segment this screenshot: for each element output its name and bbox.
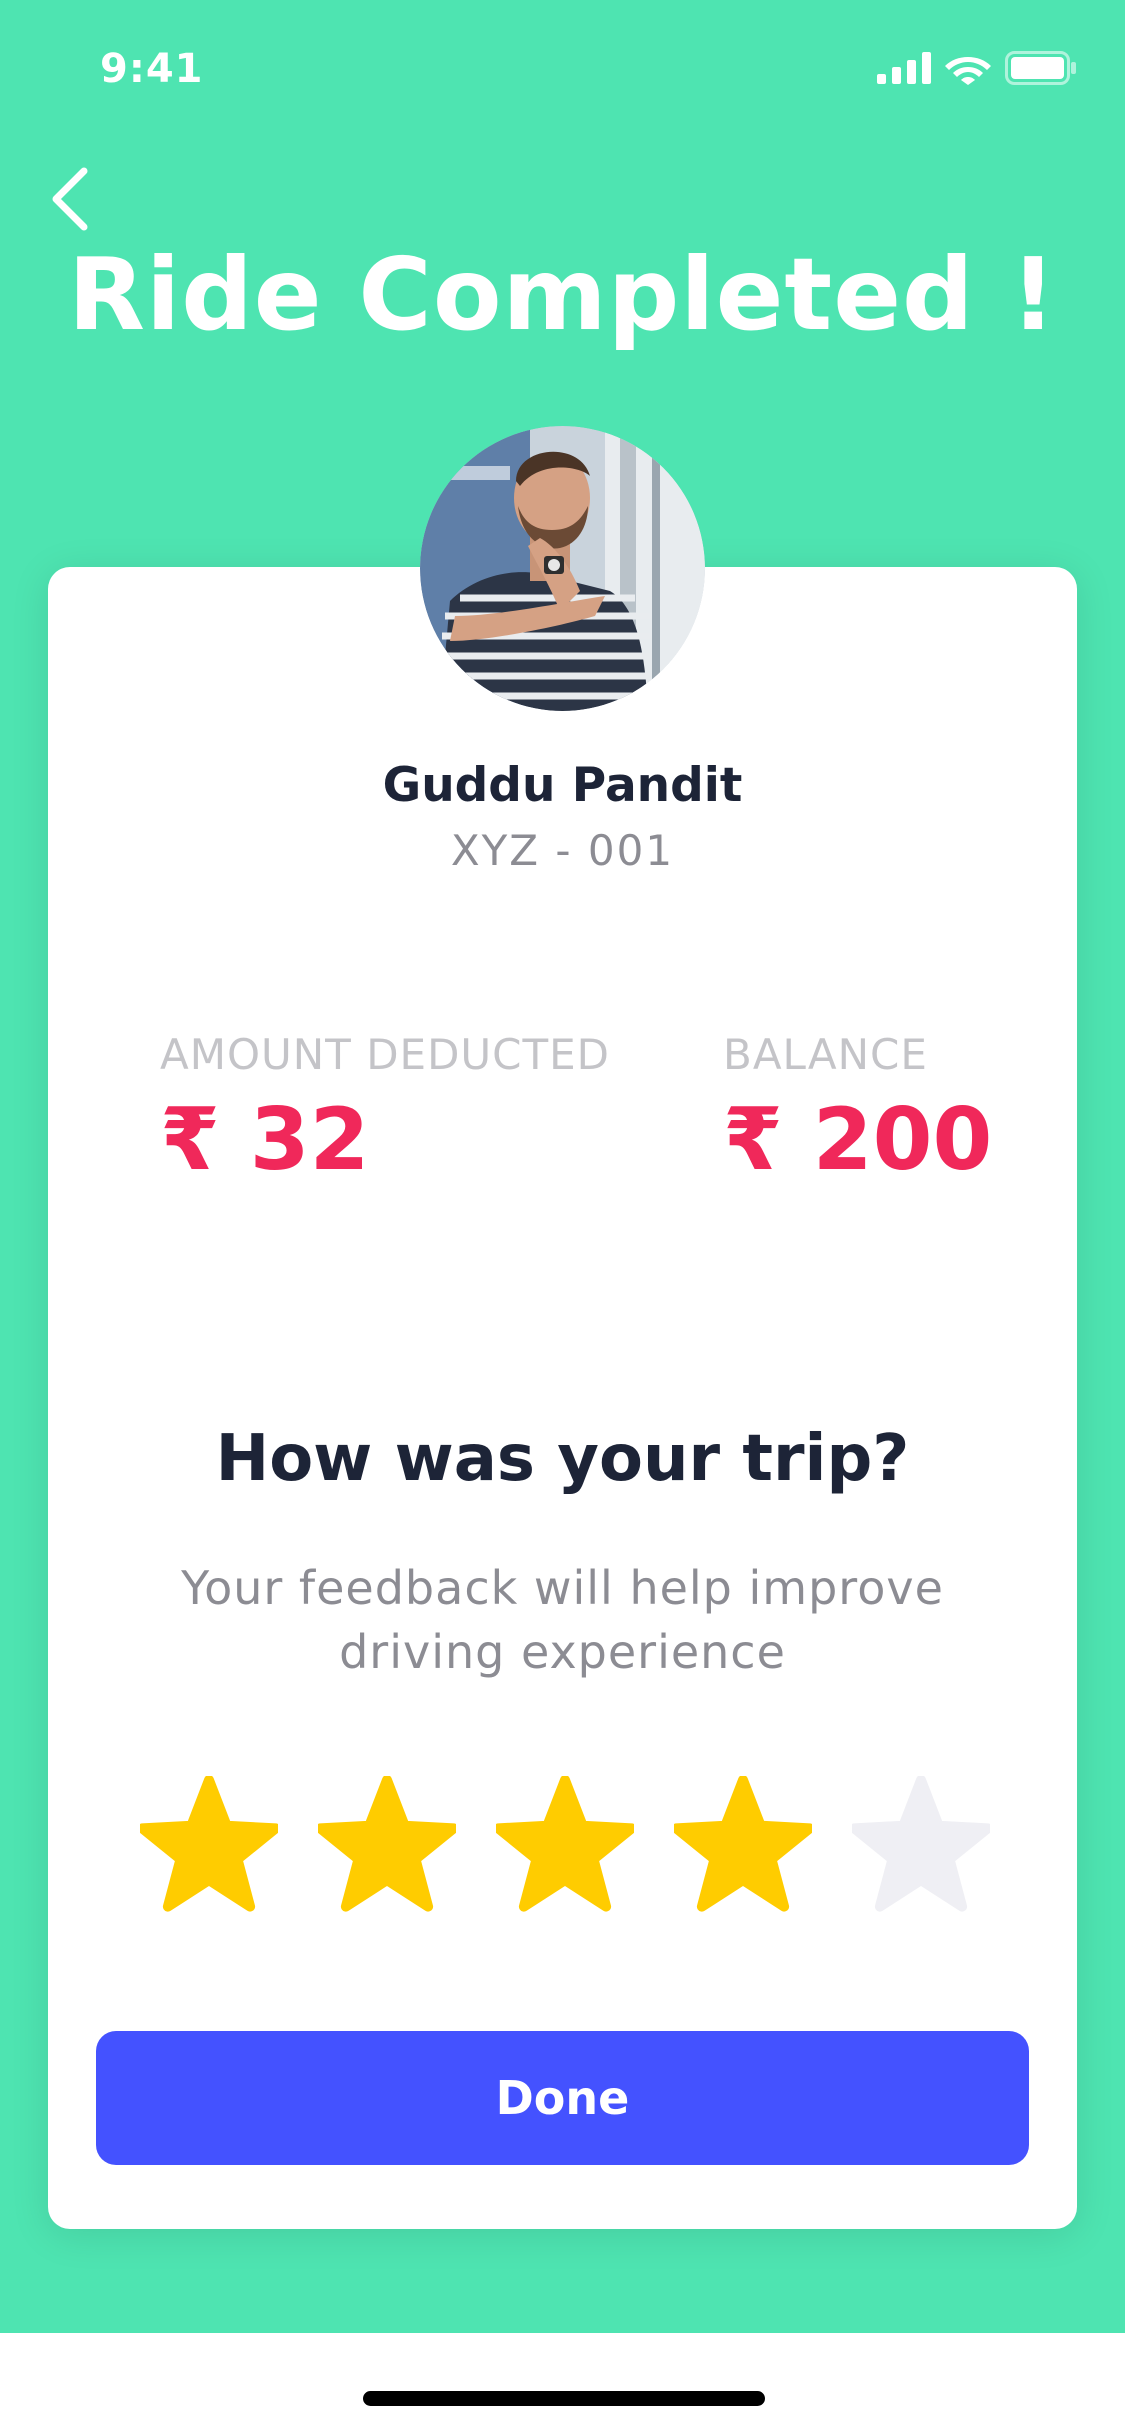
wifi-icon — [945, 57, 991, 85]
star-rating — [140, 1776, 990, 1916]
page-title: Ride Completed ! — [67, 236, 1058, 353]
balance-label: BALANCE — [723, 1030, 928, 1079]
amount-deducted-value: ₹ 32 — [160, 1090, 370, 1190]
home-indicator — [363, 2391, 765, 2406]
star-filled-icon[interactable] — [318, 1776, 456, 1916]
status-bar-time: 9:41 — [100, 46, 204, 92]
back-button[interactable] — [40, 164, 100, 234]
star-empty-icon[interactable] — [852, 1776, 990, 1916]
done-button[interactable]: Done — [96, 2031, 1029, 2165]
battery-icon — [1005, 51, 1076, 85]
status-bar-icons — [877, 48, 1077, 88]
chevron-left-icon — [52, 167, 88, 231]
star-filled-icon[interactable] — [674, 1776, 812, 1916]
driver-name: Guddu Pandit — [382, 758, 743, 813]
driver-avatar — [420, 426, 705, 711]
star-filled-icon[interactable] — [140, 1776, 278, 1916]
ride-summary-card — [48, 567, 1077, 2229]
trip-feedback-question: How was your trip? — [215, 1422, 910, 1496]
balance-value: ₹ 200 — [723, 1090, 993, 1190]
cellular-signal-icon — [877, 52, 931, 84]
driver-vehicle-id: XYZ - 001 — [450, 826, 675, 875]
trip-feedback-subtitle: Your feedback will help improve driving … — [181, 1561, 944, 1679]
driver-photo-image — [420, 426, 705, 711]
amount-deducted-label: AMOUNT DEDUCTED — [160, 1030, 611, 1079]
star-filled-icon[interactable] — [496, 1776, 634, 1916]
